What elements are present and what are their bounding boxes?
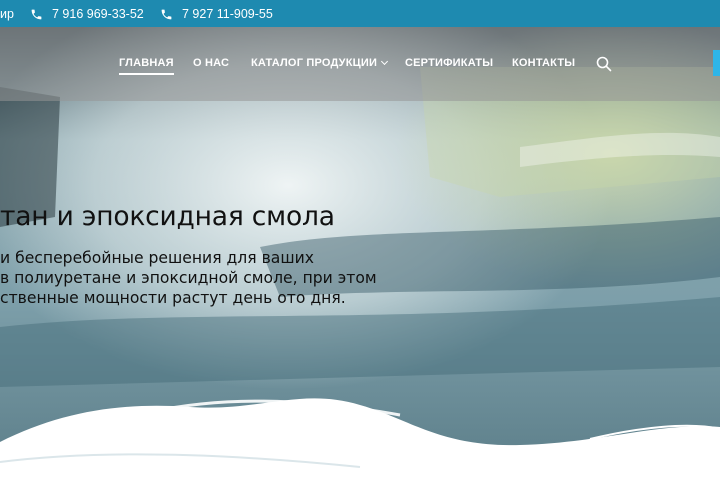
chevron-down-icon xyxy=(381,57,389,66)
phone-icon xyxy=(31,9,42,19)
nav-item-about[interactable]: О НАС xyxy=(193,57,229,69)
phone-number-1: 7 916 969-33-52 xyxy=(52,7,144,21)
nav-item-home[interactable]: ГЛАВНАЯ xyxy=(119,57,174,75)
nav-item-certificates[interactable]: СЕРТИФИКАТЫ xyxy=(405,57,493,69)
main-navigation: ГЛАВНАЯ О НАС КАТАЛОГ ПРОДУКЦИИ СЕРТИФИК… xyxy=(0,27,720,101)
phone-icon xyxy=(161,9,172,19)
wave-divider xyxy=(0,398,720,480)
nav-item-catalog-label: КАТАЛОГ ПРОДУКЦИИ xyxy=(251,57,378,69)
contact-bar: ир 7 916 969-33-52 7 927 11-909-55 xyxy=(0,0,720,27)
contact-fragment: ир xyxy=(0,7,14,21)
search-icon[interactable] xyxy=(596,56,612,72)
phone-link-1[interactable]: 7 916 969-33-52 xyxy=(30,7,144,21)
hero-section: ГЛАВНАЯ О НАС КАТАЛОГ ПРОДУКЦИИ СЕРТИФИК… xyxy=(0,27,720,480)
hero-line-2: в полиуретане и эпоксидной смоле, при эт… xyxy=(0,269,377,287)
hero-description: и бесперебойные решения для ваших в поли… xyxy=(0,248,377,308)
nav-item-contacts[interactable]: КОНТАКТЫ xyxy=(512,57,575,69)
hero-title: тан и эпоксидная смола xyxy=(0,201,335,232)
phone-number-2: 7 927 11-909-55 xyxy=(182,7,273,21)
phone-link-2[interactable]: 7 927 11-909-55 xyxy=(160,7,273,21)
nav-cta-button[interactable] xyxy=(713,50,720,76)
hero-line-3: ственные мощности растут день ото дня. xyxy=(0,289,346,307)
nav-item-catalog[interactable]: КАТАЛОГ ПРОДУКЦИИ xyxy=(251,57,389,69)
hero-line-1: и бесперебойные решения для ваших xyxy=(0,249,314,267)
